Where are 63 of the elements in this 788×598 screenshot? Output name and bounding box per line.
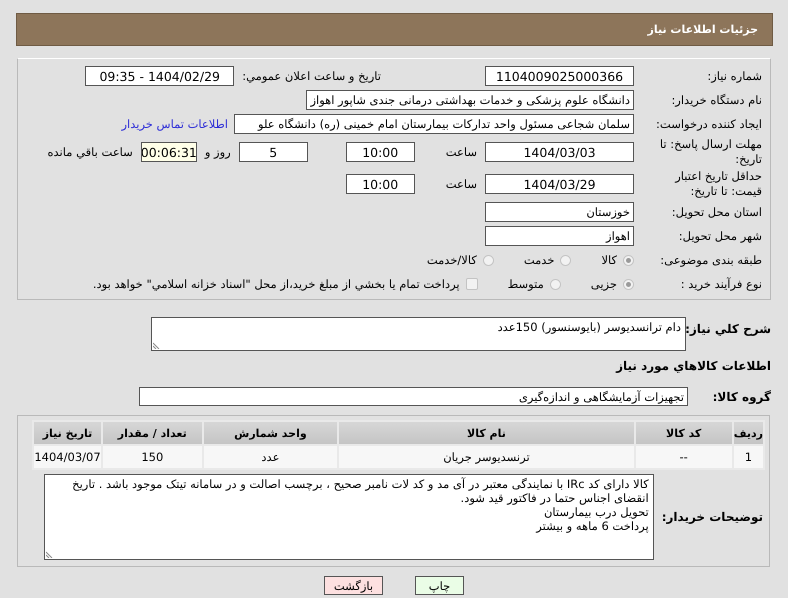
- table-cell: 1: [734, 446, 763, 468]
- column-header: نام کالا: [339, 422, 634, 444]
- radio-button[interactable]: [623, 278, 634, 290]
- field-label: گروه كالا:: [712, 390, 771, 404]
- field-label: توضيحات خريدار:: [662, 510, 764, 524]
- table-cell: عدد: [204, 446, 338, 468]
- table-cell: ترنسدیوسر جریان: [339, 446, 634, 468]
- field-label: حداقل تاريخ اعتبار قيمت: تا تاريخ:: [674, 169, 763, 199]
- column-header: تاریخ نیاز: [34, 422, 102, 444]
- radio-label: كالا: [601, 253, 617, 267]
- column-header: کد کالا: [636, 422, 732, 444]
- back-button[interactable]: بازگشت: [324, 576, 383, 595]
- radio-label: جزیی: [590, 277, 617, 291]
- column-header: تعداد / مقدار: [103, 422, 202, 444]
- date-field[interactable]: 1404/03/03: [485, 142, 634, 162]
- resize-grip-icon[interactable]: [153, 342, 160, 349]
- field-label: شماره نیاز:: [706, 68, 763, 84]
- requester-field[interactable]: سلمان شجاعی مسئول واحد تدارکات بیمارستان امام خمینی (ره) دانشگاه علو: [234, 114, 634, 134]
- print-button[interactable]: چاپ: [415, 576, 464, 595]
- table-cell: 1404/03/07: [34, 446, 102, 468]
- buyer-field[interactable]: دانشگاه علوم پزشکی و خدمات بهداشتی درمانی جندی شاپور اهواز: [306, 90, 634, 110]
- field-label: تاريخ و ساعت اعلان عمومي:: [242, 69, 381, 83]
- table-cell: --: [636, 446, 732, 468]
- date-field[interactable]: 1404/03/29: [485, 174, 634, 194]
- announce-date-field[interactable]: 1404/02/29 - 09:35: [85, 66, 234, 86]
- resize-grip-icon[interactable]: [46, 551, 53, 558]
- field-label: شهر محل تحويل:: [678, 228, 763, 244]
- radio-button[interactable]: [550, 278, 561, 290]
- field-label: روز و: [204, 145, 231, 159]
- field-label: ساعت: [446, 177, 477, 191]
- field-label: شرح كلي نياز:: [686, 321, 771, 336]
- city-field[interactable]: اهواز: [485, 226, 634, 246]
- page-title: جزئیات اطلاعات نیاز: [648, 23, 758, 36]
- field-label: ايجاد كننده درخواست:: [655, 116, 763, 132]
- checkbox-label: پرداخت تمام يا بخشي از مبلغ خريد،از محل "اسناد خزانه اسلامي" خواهد بود.: [92, 277, 460, 291]
- days-field[interactable]: 5: [238, 142, 308, 162]
- field-label: نوع فرآيند خريد :: [680, 276, 763, 292]
- field-label: مهلت ارسال پاسخ: تا تاريخ:: [658, 137, 763, 167]
- table-cell: 150: [103, 446, 202, 468]
- radio-button[interactable]: [560, 254, 572, 266]
- field-label: ساعت: [446, 145, 477, 159]
- column-header: واحد شمارش: [204, 422, 338, 444]
- buyer-contact-link[interactable]: اطلاعات تماس خريدار: [121, 117, 228, 131]
- field-label: ساعت باقي مانده: [48, 145, 133, 159]
- description-text-area[interactable]: دام ترانسدیوسر (بایوسنسور) 150عدد: [151, 317, 686, 351]
- need-number-field[interactable]: 1104009025000366: [485, 66, 634, 86]
- radio-label: كالا/خدمت: [426, 253, 477, 267]
- radio-label: متوسط: [508, 277, 544, 291]
- radio-label: خدمت: [524, 253, 554, 267]
- column-header: ردیف: [734, 422, 763, 444]
- field-label: نام دستگاه خريدار:: [670, 92, 763, 108]
- time-field[interactable]: 10:00: [346, 142, 415, 162]
- field-label: طبقه بندی موضوعی:: [659, 252, 763, 268]
- goods-group-field[interactable]: تجهيزات آزمايشگاهی و اندازه‌گيری: [139, 387, 688, 406]
- radio-button[interactable]: [623, 254, 634, 266]
- radio-button[interactable]: [482, 254, 494, 266]
- checkbox[interactable]: [466, 278, 478, 290]
- time-field[interactable]: 10:00: [346, 174, 415, 194]
- remaining-time-field: 00:06:31: [140, 142, 197, 162]
- field-label: استان محل تحويل:: [670, 204, 763, 220]
- section-heading: اطلاعات كالاهاي مورد نياز: [616, 359, 771, 373]
- buyer-notes-text-area[interactable]: کالا دارای کد IRc با نمایندگی معتبر در آی مد و کد لات نامبر صحیح ، برچسب اصالت و در سامانه تیتک موجود باشد . تاریخ انقضای اجناس حتما در فاکتور قید شود. تحویل درب بیمارستان پرداخت 6 ماهه و بیشتر: [44, 474, 654, 560]
- province-field[interactable]: خوزستان: [485, 202, 634, 222]
